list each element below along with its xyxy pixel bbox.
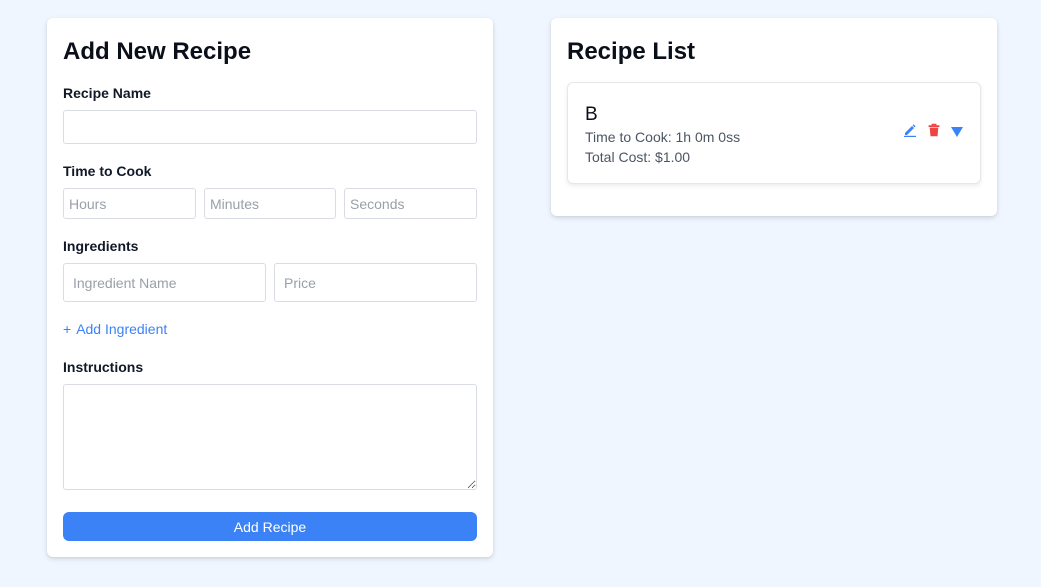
list-title: Recipe List [567,38,696,65]
recipe-name-label: Recipe Name [63,85,151,101]
form-title: Add New Recipe [63,38,252,65]
triangle-down-icon [951,127,963,137]
ingredient-name-input[interactable] [63,263,266,302]
seconds-input[interactable] [344,188,477,219]
add-ingredient-label: Add Ingredient [76,321,168,337]
add-ingredient-button[interactable]: + Add Ingredient [63,321,167,337]
plus-icon: + [63,321,72,337]
recipe-name: B [585,104,598,125]
add-recipe-card: Add New Recipe Recipe Name Time to Cook … [47,18,493,557]
price-input[interactable] [274,263,477,302]
instructions-textarea[interactable] [63,384,477,490]
time-to-cook-label: Time to Cook [63,163,152,179]
recipe-item: B Time to Cook: 1h 0m 0ss Total Cost: $1… [567,82,981,184]
edit-button[interactable] [901,121,919,139]
pencil-icon [904,124,916,137]
minutes-input[interactable] [204,188,336,219]
recipe-total-cost: Total Cost: $1.00 [585,149,691,165]
recipe-name-input[interactable] [63,110,477,144]
recipe-cook-time: Time to Cook: 1h 0m 0ss [585,129,741,145]
add-recipe-button[interactable]: Add Recipe [63,512,477,541]
expand-button[interactable] [948,123,966,141]
hours-input[interactable] [63,188,196,219]
recipe-list-card: Recipe List B Time to Cook: 1h 0m 0ss To… [551,18,997,216]
ingredients-label: Ingredients [63,238,139,254]
delete-button[interactable] [925,121,943,139]
instructions-label: Instructions [63,359,144,375]
trash-icon [928,123,940,137]
